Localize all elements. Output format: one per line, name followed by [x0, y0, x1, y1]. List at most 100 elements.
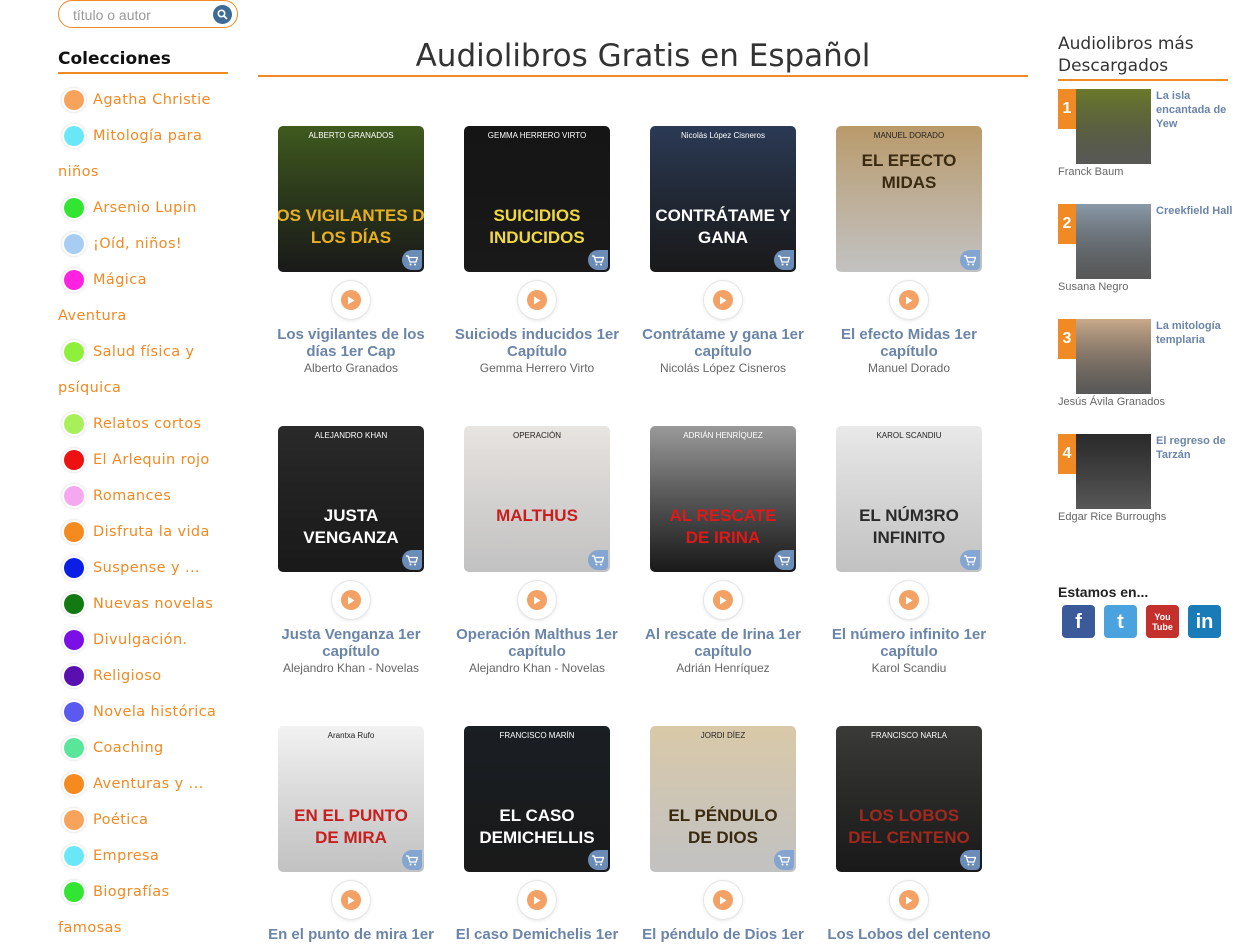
cart-icon[interactable] [588, 550, 608, 570]
cart-icon[interactable] [960, 250, 980, 270]
book-author[interactable]: Alejandro Khan - Novelas [444, 661, 630, 675]
book-title[interactable]: Los vigilantes de los días 1er Cap [258, 326, 444, 360]
play-button[interactable] [332, 581, 370, 619]
play-button[interactable] [890, 281, 928, 319]
book-cover[interactable]: MANUEL DORADO EL EFECTO MIDAS [836, 126, 982, 272]
book-cover[interactable]: Nicolás López Cisneros CONTRÁTAME Y GANA [650, 126, 796, 272]
top-download-cover[interactable] [1076, 434, 1151, 509]
book-author[interactable]: Gemma Herrero Virto [444, 361, 630, 375]
top-download-item[interactable]: 4 El regreso de Tarzán Edgar Rice Burrough… [1058, 434, 1233, 534]
play-button[interactable] [704, 881, 742, 919]
top-download-cover[interactable] [1076, 319, 1151, 394]
book-author[interactable]: Alberto Granados [258, 361, 444, 375]
book-title[interactable]: En el punto de mira 1er capítulo [258, 926, 444, 945]
collection-item[interactable]: Disfruta la vida [58, 514, 248, 550]
book-cover[interactable]: ALEJANDRO KHAN JUSTA VENGANZA [278, 426, 424, 572]
cart-icon[interactable] [960, 850, 980, 870]
cart-icon[interactable] [402, 550, 422, 570]
book-cover[interactable]: ADRIÁN HENRÍQUEZ AL RESCATE DE IRINA [650, 426, 796, 572]
collection-item[interactable]: famosas [58, 910, 248, 945]
play-button[interactable] [518, 881, 556, 919]
play-button[interactable] [704, 281, 742, 319]
book-author[interactable]: Karol Scandiu [816, 661, 1002, 675]
search-icon[interactable] [213, 5, 232, 24]
top-download-title[interactable]: La mitología templaria [1156, 319, 1236, 347]
collection-item[interactable]: Novela histórica [58, 694, 248, 730]
book-cover[interactable]: FRANCISCO MARÍN EL CASO DEMICHELLIS [464, 726, 610, 872]
top-download-cover[interactable] [1076, 204, 1151, 279]
book-cover[interactable]: FRANCISCO NARLA LOS LOBOS DEL CENTENO [836, 726, 982, 872]
play-button[interactable] [332, 281, 370, 319]
collection-item[interactable]: Nuevas novelas [58, 586, 248, 622]
book-cover[interactable]: GEMMA HERRERO VIRTO SUICIDIOS INDUCIDOS [464, 126, 610, 272]
book-title[interactable]: Contrátame y gana 1er capítulo [630, 326, 816, 360]
cart-icon[interactable] [402, 850, 422, 870]
youtube-icon[interactable]: You Tube [1146, 605, 1179, 638]
book-title[interactable]: Justa Venganza 1er capítulo [258, 626, 444, 660]
collection-item[interactable]: Coaching [58, 730, 248, 766]
collection-item[interactable]: Relatos cortos [58, 406, 248, 442]
collection-item[interactable]: ¡Oíd, niños! [58, 226, 248, 262]
rank-badge: 1 [1058, 89, 1076, 129]
top-download-title[interactable]: La isla encantada de Yew [1156, 89, 1236, 131]
book-title[interactable]: Al rescate de Irina 1er capítulo [630, 626, 816, 660]
book-title[interactable]: El número infinito 1er capítulo [816, 626, 1002, 660]
cart-icon[interactable] [774, 850, 794, 870]
collection-item[interactable]: Arsenio Lupin [58, 190, 248, 226]
collection-item[interactable]: Mágica [58, 262, 248, 298]
collection-item[interactable]: Poética [58, 802, 248, 838]
collection-item[interactable]: Aventura [58, 298, 248, 334]
cart-icon[interactable] [588, 250, 608, 270]
twitter-icon[interactable]: t [1104, 605, 1137, 638]
cart-icon[interactable] [960, 550, 980, 570]
play-button[interactable] [332, 881, 370, 919]
top-download-cover[interactable] [1076, 89, 1151, 164]
play-button[interactable] [704, 581, 742, 619]
book-cover[interactable]: OPERACIÓN MALTHUS [464, 426, 610, 572]
facebook-icon[interactable]: f [1062, 605, 1095, 638]
book-title[interactable]: El efecto Midas 1er capítulo [816, 326, 1002, 360]
cart-icon[interactable] [402, 250, 422, 270]
collection-item[interactable]: Suspense y ... [58, 550, 248, 586]
cart-icon[interactable] [774, 250, 794, 270]
collection-item[interactable]: Salud física y [58, 334, 248, 370]
cart-icon[interactable] [588, 850, 608, 870]
play-button[interactable] [890, 581, 928, 619]
collection-item[interactable]: Agatha Christie [58, 82, 248, 118]
collection-item[interactable]: Divulgación. [58, 622, 248, 658]
play-button[interactable] [518, 281, 556, 319]
top-download-title[interactable]: Creekfield Hall [1156, 204, 1236, 218]
book-title[interactable]: Operación Malthus 1er capítulo [444, 626, 630, 660]
cart-icon[interactable] [774, 550, 794, 570]
book-title[interactable]: El péndulo de Dios 1er capítulo [630, 926, 816, 945]
book-title[interactable]: El caso Demichelis 1er capítulo [444, 926, 630, 945]
top-download-item[interactable]: 2 Creekfield Hall Susana Negro [1058, 204, 1233, 304]
top-download-item[interactable]: 3 La mitología templaria Jesús Ávila Grana… [1058, 319, 1233, 419]
book-title[interactable]: Los Lobos del centeno 1er capítulo [816, 926, 1002, 945]
book-author[interactable]: Manuel Dorado [816, 361, 1002, 375]
book-cover[interactable]: JORDI DÍEZ EL PÉNDULO DE DIOS [650, 726, 796, 872]
book-cover[interactable]: Arantxa Rufo EN EL PUNTO DE MIRA [278, 726, 424, 872]
collection-item[interactable]: Biografías [58, 874, 248, 910]
collection-item[interactable]: psíquica [58, 370, 248, 406]
book-title[interactable]: Suiciods inducidos 1er Capítulo [444, 326, 630, 360]
collection-item[interactable]: Religioso [58, 658, 248, 694]
linkedin-icon[interactable]: in [1188, 605, 1221, 638]
book-author[interactable]: Adrián Henríquez [630, 661, 816, 675]
book-author[interactable]: Nicolás López Cisneros [630, 361, 816, 375]
search-box[interactable] [58, 0, 238, 28]
top-download-title[interactable]: El regreso de Tarzán [1156, 434, 1236, 462]
play-button[interactable] [890, 881, 928, 919]
collection-item[interactable]: niños [58, 154, 248, 190]
collection-item[interactable]: Mitología para [58, 118, 248, 154]
collection-item[interactable]: Romances [58, 478, 248, 514]
book-cover[interactable]: KAROL SCANDIU EL NÚM3RO INFINITO [836, 426, 982, 572]
play-button[interactable] [518, 581, 556, 619]
collection-item[interactable]: Aventuras y ... [58, 766, 248, 802]
collection-item[interactable]: El Arlequin rojo [58, 442, 248, 478]
book-cover[interactable]: ALBERTO GRANADOS LOS VIGILANTES DE LOS DÍA… [278, 126, 424, 272]
book-author[interactable]: Alejandro Khan - Novelas [258, 661, 444, 675]
collection-item[interactable]: Empresa [58, 838, 248, 874]
top-download-item[interactable]: 1 La isla encantada de Yew Franck Baum [1058, 89, 1233, 189]
search-input[interactable] [73, 6, 209, 24]
